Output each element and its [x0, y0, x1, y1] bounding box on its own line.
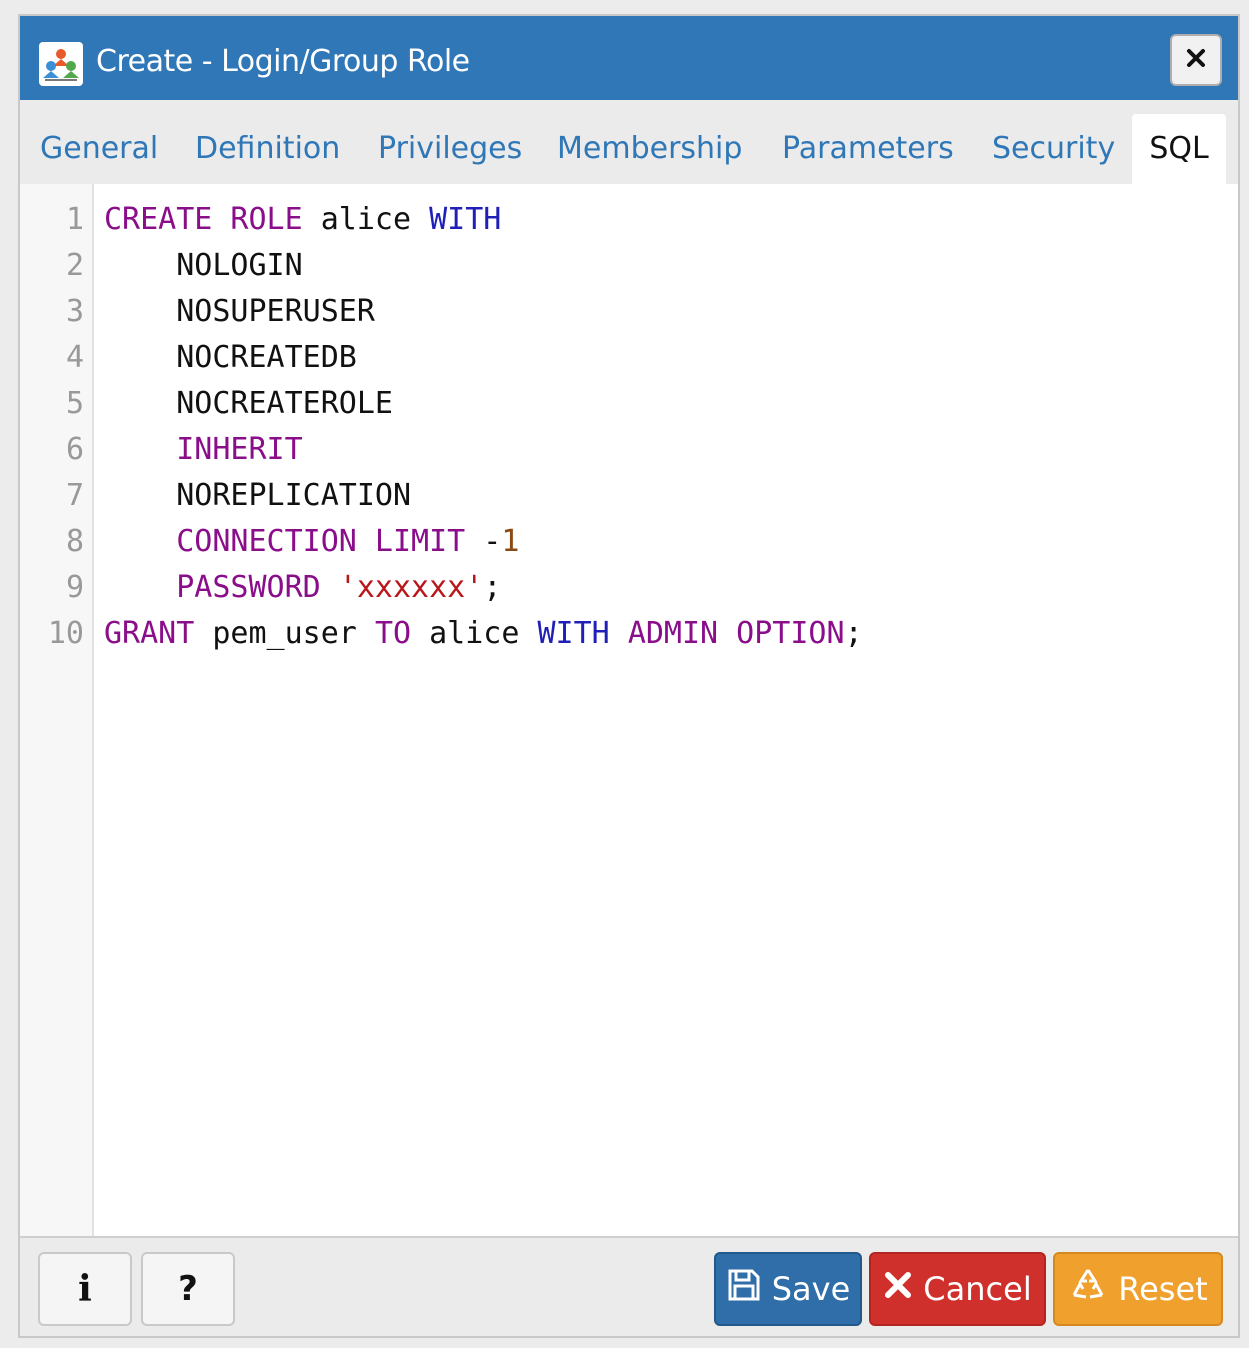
- line-number: 8: [65, 524, 84, 559]
- code-token: WITH: [537, 616, 610, 651]
- code-token: NOCREATEDB: [104, 340, 357, 375]
- tab-membership[interactable]: Membership: [557, 114, 742, 184]
- tab-definition[interactable]: Definition: [195, 114, 340, 184]
- line-number: 10: [47, 616, 84, 651]
- info-icon: i: [78, 1268, 92, 1310]
- save-label: Save: [771, 1270, 851, 1308]
- code-token: INHERIT: [176, 432, 303, 467]
- cancel-label: Cancel: [923, 1270, 1032, 1308]
- code-text: PASSWORD 'xxxxxx';: [104, 565, 501, 611]
- code-token: 1: [501, 524, 520, 559]
- code-text: NOCREATEROLE: [104, 381, 393, 427]
- save-button[interactable]: Save: [714, 1252, 862, 1326]
- code-token: NOCREATEROLE: [104, 386, 393, 421]
- code-token: TO: [374, 616, 412, 651]
- reset-label: Reset: [1118, 1270, 1208, 1308]
- line-number: 3: [65, 294, 84, 329]
- code-token: PASSWORD: [176, 570, 321, 605]
- code-token: alice: [302, 202, 430, 237]
- code-text: CONNECTION LIMIT -1: [104, 519, 519, 565]
- code-token: CONNECTION LIMIT: [176, 524, 466, 559]
- sql-editor[interactable]: 1 CREATE ROLE alice WITH 2 NOLOGIN 3 NOSUPE…: [20, 184, 1238, 1238]
- code-token: ADMIN OPTION: [627, 616, 845, 651]
- line-number: 1: [65, 202, 84, 237]
- code-text: CREATE ROLE alice WITH: [104, 197, 501, 243]
- create-role-dialog: Create - Login/Group Role General Defini…: [18, 14, 1240, 1338]
- dialog-title: Create - Login/Group Role: [96, 44, 470, 79]
- info-button[interactable]: i: [38, 1252, 132, 1326]
- code-token: ;: [844, 616, 863, 651]
- line-number: 9: [65, 570, 84, 605]
- code-text: INHERIT: [104, 427, 303, 473]
- code-text: NOCREATEDB: [104, 335, 357, 381]
- close-icon: [1185, 47, 1207, 73]
- tab-parameters[interactable]: Parameters: [782, 114, 954, 184]
- tab-general[interactable]: General: [40, 114, 158, 184]
- line-number: 4: [65, 340, 84, 375]
- cancel-button[interactable]: Cancel: [869, 1252, 1046, 1326]
- code-token: WITH: [429, 202, 502, 237]
- code-token: -: [465, 524, 502, 559]
- code-token: NOLOGIN: [104, 248, 303, 283]
- line-number: 6: [65, 432, 84, 467]
- reset-button[interactable]: Reset: [1053, 1252, 1223, 1326]
- floppy-disk-icon: [726, 1267, 772, 1311]
- help-icon: ?: [178, 1269, 198, 1309]
- recycle-icon: [1068, 1265, 1118, 1313]
- tab-security[interactable]: Security: [992, 114, 1115, 184]
- x-icon: [883, 1270, 923, 1308]
- code-token: 'xxxxxx': [338, 570, 484, 605]
- code-token: NOSUPERUSER: [104, 294, 375, 329]
- tab-privileges[interactable]: Privileges: [378, 114, 522, 184]
- dialog-titlebar[interactable]: Create - Login/Group Role: [20, 16, 1238, 100]
- code-token: NOREPLICATION: [104, 478, 412, 513]
- code-text: NOREPLICATION: [104, 473, 411, 519]
- line-number: 2: [65, 248, 84, 283]
- code-token: ;: [483, 570, 502, 605]
- line-number: 7: [65, 478, 84, 513]
- code-text: NOLOGIN: [104, 243, 303, 289]
- help-button[interactable]: ?: [141, 1252, 235, 1326]
- code-token: CREATE ROLE: [104, 202, 303, 237]
- code-text: NOSUPERUSER: [104, 289, 375, 335]
- code-token: alice: [411, 616, 538, 651]
- tab-sql[interactable]: SQL: [1132, 114, 1226, 184]
- line-number: 5: [65, 386, 84, 421]
- dialog-footer: i ? Save Cancel Reset: [20, 1238, 1238, 1336]
- code-text: GRANT pem_user TO alice WITH ADMIN OPTIO…: [104, 611, 863, 657]
- close-button[interactable]: [1170, 34, 1222, 86]
- tab-bar: General Definition Privileges Membership…: [20, 100, 1238, 184]
- code-token: GRANT: [104, 616, 195, 651]
- role-group-icon: [39, 42, 83, 86]
- code-token: pem_user: [194, 616, 375, 651]
